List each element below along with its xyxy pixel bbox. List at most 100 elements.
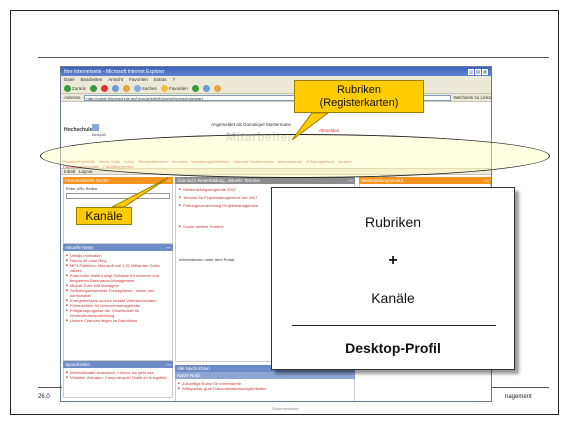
minimize-icon[interactable]: _ bbox=[468, 68, 474, 75]
back-button[interactable]: Zurück bbox=[64, 84, 86, 92]
portal-logo[interactable]: Hochschule bbox=[64, 127, 92, 133]
forward-button[interactable] bbox=[89, 84, 97, 92]
panel-subtitle-notiz: Kurze Notiz bbox=[177, 373, 201, 378]
refresh-icon bbox=[111, 84, 119, 92]
subnav-inhalt[interactable]: Inhalt bbox=[64, 169, 75, 174]
news-item[interactable]: Unsere Chancen liegen im Datenfluss bbox=[66, 318, 170, 323]
media-button[interactable] bbox=[191, 84, 199, 92]
panel-controls-icon[interactable]: ▫▫▫ bbox=[166, 177, 171, 184]
panel-controls-icon[interactable]: ▫▫▫ bbox=[484, 177, 489, 184]
panel-header-news[interactable]: Aktuelle News ▫▫▫ bbox=[63, 244, 173, 251]
panel-title-news: Aktuelle News bbox=[65, 245, 94, 250]
menu-view[interactable]: Ansicht bbox=[108, 77, 123, 82]
more-courses-link[interactable]: Suche weitere Termine bbox=[179, 224, 279, 229]
news-item[interactable]: Frühjahrsprognose der Gesellschaft für I… bbox=[66, 308, 170, 318]
search-input[interactable] bbox=[66, 193, 170, 199]
panel-subheader-notiz: Kurze Notiz bbox=[175, 372, 355, 379]
menu-file[interactable]: Datei bbox=[64, 77, 75, 82]
footer-rule-left bbox=[38, 387, 62, 388]
star-icon bbox=[161, 84, 169, 92]
news-item[interactable]: Fraunhofer-Institut zeigt Software für s… bbox=[66, 273, 170, 283]
panel-header-modul[interactable]: Weiterbildungsmodul ▫▫▫ bbox=[359, 177, 491, 184]
callout-rubriken-line1: Rubriken bbox=[336, 84, 382, 96]
mail-button[interactable] bbox=[213, 84, 221, 92]
callout-kanaele: Kanäle bbox=[76, 207, 132, 225]
browser-menubar: Datei Bearbeiten Ansicht Favoriten Extra… bbox=[61, 76, 491, 83]
history-button[interactable] bbox=[202, 84, 210, 92]
callout-rubriken-line2: (Registerkarten) bbox=[319, 97, 399, 109]
mail-icon bbox=[213, 84, 221, 92]
menu-favorites[interactable]: Favoriten bbox=[129, 77, 148, 82]
search-label: Suchen bbox=[141, 85, 158, 91]
address-bar: Adresse http://portal.fhlochschule.de/hs… bbox=[61, 94, 491, 102]
summary-rubriken: Rubriken bbox=[364, 214, 422, 230]
summary-kanaele: Kanäle bbox=[371, 290, 415, 306]
back-arrow-icon bbox=[64, 84, 71, 92]
portal-logo-sub: Beispiel bbox=[92, 132, 107, 137]
news-item[interactable]: Selbstorganisierende Funksysteme - siche… bbox=[66, 288, 170, 298]
browser-toolbar: Zurück Suchen Favoriten bbox=[61, 83, 491, 94]
panel-header-search[interactable]: Personalisierte Suche ▫▫▫ bbox=[63, 177, 173, 184]
news-item[interactable]: Webquests: gute Dokumentationsmöglichkei… bbox=[178, 386, 352, 391]
news-item[interactable]: Virtueller Zeitraum: Computerspiel Grafi… bbox=[66, 375, 170, 380]
back-label: Zurück bbox=[72, 85, 86, 91]
panel-controls-icon[interactable]: ▫▫▫ bbox=[348, 177, 353, 184]
panel-title-modul: Weiterbildungsmodul bbox=[361, 178, 403, 183]
panel-nachrichten: Zukünftige Kurse für Interessierte Webqu… bbox=[175, 379, 355, 401]
logged-in-status: Angemeldet als Dominique Mustermann bbox=[211, 122, 292, 127]
panel-title-sprachstelle: Sprachstelle bbox=[65, 362, 90, 367]
refresh-button[interactable] bbox=[111, 84, 119, 92]
panel-news: Details motivation Hands-off ohne Ring M… bbox=[63, 251, 173, 361]
stop-button[interactable] bbox=[100, 84, 108, 92]
logout-link[interactable]: Abmelden bbox=[319, 128, 339, 133]
logo-mark-icon bbox=[92, 124, 99, 131]
window-controls: _ □ × bbox=[468, 68, 488, 75]
menu-tools[interactable]: Extras bbox=[154, 77, 167, 82]
close-icon[interactable]: × bbox=[482, 68, 488, 75]
search-label: Enter URL Reiten bbox=[66, 186, 98, 191]
panel-controls-icon[interactable]: ▫▫▫ bbox=[166, 361, 171, 368]
summary-box: Rubriken + Kanäle Desktop-Profil bbox=[271, 187, 515, 370]
summary-plus: + bbox=[388, 252, 398, 269]
course-item[interactable]: Termine für Projektmanagement Jan 2007 bbox=[179, 195, 279, 200]
menu-edit[interactable]: Bearbeiten bbox=[81, 77, 103, 82]
summary-result: Desktop-Profil bbox=[345, 340, 441, 356]
favorites-label: Favoriten bbox=[169, 85, 188, 91]
links-label[interactable]: Wechseln zu Links bbox=[454, 95, 491, 100]
footer-rule-right bbox=[491, 387, 549, 388]
panel-sprachstelle: Internationaler Austausch: Lernen, wo ge… bbox=[63, 368, 173, 398]
search-button[interactable]: Suchen bbox=[133, 84, 158, 92]
tabs-highlight-ellipse bbox=[40, 134, 550, 178]
slide: Ihre Internetseite - Microsoft Internet … bbox=[0, 0, 569, 425]
favorites-button[interactable]: Favoriten bbox=[161, 84, 188, 92]
bottom-middle-area: Alle Nachrichten ▫▫▫ Kurze Notiz Zukünft… bbox=[175, 365, 355, 401]
course-item[interactable]: Prüfungsvorbereitung Projektmanagement bbox=[179, 203, 279, 208]
header-rule bbox=[38, 57, 549, 58]
panel-title-search: Personalisierte Suche bbox=[65, 178, 109, 183]
browser-title: Ihre Internetseite - Microsoft Internet … bbox=[64, 68, 165, 75]
home-button[interactable] bbox=[122, 84, 130, 92]
footer-date: 26.0 bbox=[38, 394, 50, 400]
search-icon bbox=[133, 84, 141, 92]
panel-header-weiterbildung[interactable]: Übersicht Weiterbildung, aktuelle Termin… bbox=[175, 177, 355, 184]
media-icon bbox=[191, 84, 199, 92]
panel-header-sprachstelle[interactable]: Sprachstelle ▫▫▫ bbox=[63, 361, 173, 368]
address-label: Adresse bbox=[64, 95, 81, 100]
callout-rubriken: Rubriken (Registerkarten) bbox=[294, 80, 424, 113]
footer-center: Dokumentation bbox=[272, 406, 299, 411]
news-item[interactable]: MP3-Plattform: Microsoft soll 1,02 Milli… bbox=[66, 263, 170, 273]
browser-titlebar: Ihre Internetseite - Microsoft Internet … bbox=[61, 67, 491, 76]
footer-title: nagement bbox=[505, 394, 532, 400]
panel-title-nachrichten: Alle Nachrichten bbox=[177, 366, 210, 371]
menu-help[interactable]: ? bbox=[173, 77, 176, 82]
panel-controls-icon[interactable]: ▫▫▫ bbox=[166, 244, 171, 251]
home-icon bbox=[122, 84, 130, 92]
maximize-icon[interactable]: □ bbox=[475, 68, 481, 75]
summary-rule bbox=[292, 325, 496, 326]
forward-arrow-icon bbox=[89, 84, 97, 92]
history-icon bbox=[202, 84, 210, 92]
course-item[interactable]: Weiterbildungsangebote 2007 bbox=[179, 187, 279, 192]
panel-title-weiterbildung: Übersicht Weiterbildung, aktuelle Termin… bbox=[177, 178, 260, 183]
stop-icon bbox=[100, 84, 108, 92]
subnav-layout[interactable]: Layout bbox=[79, 169, 93, 174]
